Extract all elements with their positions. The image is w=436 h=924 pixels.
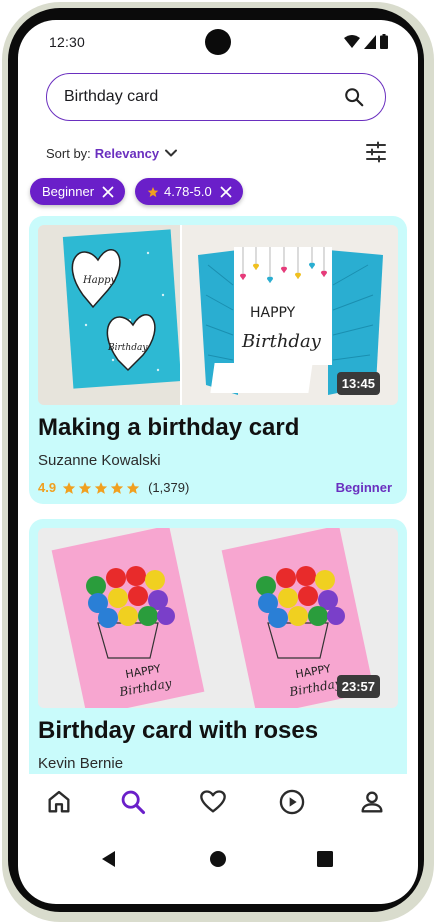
star-icon bbox=[147, 186, 159, 197]
status-icons bbox=[344, 34, 388, 49]
rating-value: 4.9 bbox=[38, 480, 57, 495]
search-input[interactable]: Birthday card bbox=[46, 73, 386, 121]
filter-chip-rating[interactable]: 4.78-5.0 bbox=[135, 178, 243, 205]
sort-value: Relevancy bbox=[94, 145, 160, 161]
results-feed[interactable]: Happy Birthday HAPPY Birthday 13:45 Maki… bbox=[29, 216, 407, 774]
screen: 12:30 Birthday card Sort by: Relevancy B… bbox=[18, 20, 418, 904]
sort-dropdown[interactable]: Sort by: Relevancy bbox=[46, 142, 179, 164]
home-circle-icon[interactable] bbox=[210, 851, 226, 867]
bottom-nav bbox=[18, 774, 418, 834]
card-title: Birthday card with roses bbox=[38, 717, 319, 744]
camera-cutout bbox=[205, 29, 231, 55]
status-bar: 12:30 bbox=[18, 20, 418, 64]
search-query: Birthday card bbox=[64, 88, 159, 105]
rating-count: (1,379) bbox=[148, 480, 190, 495]
search-icon[interactable] bbox=[343, 86, 365, 108]
thumb-text: HAPPY bbox=[250, 305, 296, 321]
chevron-down-icon bbox=[165, 149, 178, 157]
star-icon bbox=[110, 481, 124, 494]
sort-label: Sort by: bbox=[46, 145, 91, 161]
thumb-text: Happy bbox=[82, 275, 116, 286]
person-icon[interactable] bbox=[358, 788, 386, 816]
star-icon bbox=[126, 481, 140, 494]
video-duration: 13:45 bbox=[336, 372, 380, 395]
card-author[interactable]: Kevin Bernie bbox=[38, 755, 123, 772]
home-icon[interactable] bbox=[45, 788, 73, 816]
battery-icon bbox=[380, 34, 388, 49]
star-icon bbox=[94, 481, 108, 494]
wifi-icon bbox=[344, 34, 360, 48]
search-icon[interactable] bbox=[119, 788, 147, 816]
card-title: Making a birthday card bbox=[38, 414, 300, 441]
video-thumbnail[interactable]: Happy Birthday HAPPY Birthday 13:45 bbox=[38, 225, 398, 405]
close-icon[interactable] bbox=[102, 186, 114, 198]
video-duration: 23:57 bbox=[336, 675, 380, 698]
video-card[interactable]: HAPPY Birthday HAPPY Birthday 23:57 Birt… bbox=[29, 519, 407, 774]
filter-settings-icon[interactable] bbox=[364, 140, 388, 164]
close-icon[interactable] bbox=[220, 186, 232, 198]
video-card[interactable]: Happy Birthday HAPPY Birthday 13:45 Maki… bbox=[29, 216, 407, 504]
card-author[interactable]: Suzanne Kowalski bbox=[38, 452, 161, 469]
chip-label: Beginner bbox=[42, 184, 95, 199]
status-time: 12:30 bbox=[49, 34, 86, 50]
filter-chips: Beginner 4.78-5.0 bbox=[30, 178, 243, 205]
back-icon[interactable] bbox=[101, 850, 117, 868]
star-icon bbox=[78, 481, 92, 494]
video-thumbnail[interactable]: HAPPY Birthday HAPPY Birthday 23:57 bbox=[38, 528, 398, 708]
signal-icon bbox=[364, 34, 376, 49]
rating-stars bbox=[62, 481, 140, 495]
level-badge: Beginner bbox=[335, 480, 392, 495]
play-icon[interactable] bbox=[278, 788, 306, 816]
heart-icon[interactable] bbox=[199, 788, 227, 816]
phone-frame: 12:30 Birthday card Sort by: Relevancy B… bbox=[0, 0, 436, 924]
recents-icon[interactable] bbox=[317, 851, 333, 867]
chip-label: 4.78-5.0 bbox=[164, 184, 212, 199]
filter-chip-beginner[interactable]: Beginner bbox=[30, 178, 126, 205]
system-nav bbox=[18, 834, 418, 884]
rating-row: 4.9 (1,379) bbox=[38, 480, 189, 495]
star-icon bbox=[62, 481, 76, 494]
thumb-text: Birthday bbox=[107, 343, 148, 353]
thumb-text: Birthday bbox=[241, 331, 322, 352]
